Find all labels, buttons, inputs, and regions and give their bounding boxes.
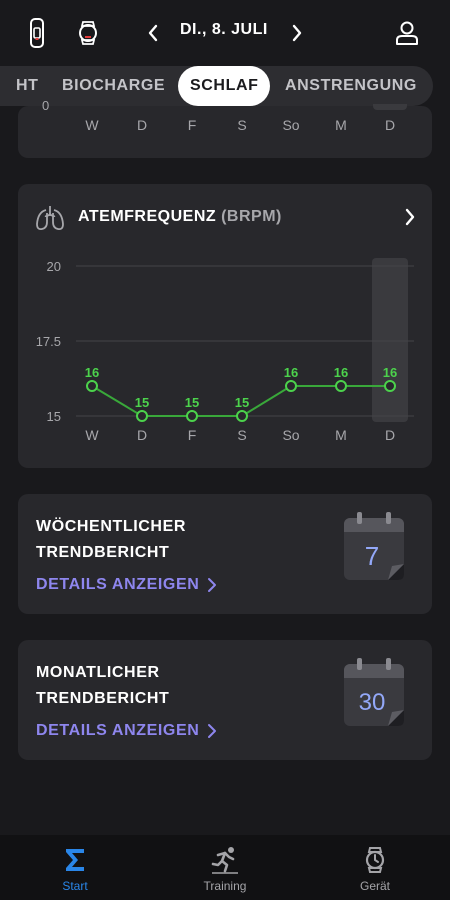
- category-tabs: HT BIOCHARGE SCHLAF ANSTRENGUNG: [0, 66, 450, 106]
- nav-geraet[interactable]: Gerät: [300, 835, 450, 900]
- monthly-trend-title: MONATLICHER TRENDBERICHT: [36, 660, 169, 712]
- data-label: 16: [383, 365, 397, 380]
- device-band-icon[interactable]: [22, 18, 52, 48]
- data-point: [236, 410, 248, 422]
- calendar-month-number: 30: [359, 689, 386, 716]
- x-tick-label: W: [85, 427, 99, 443]
- weekly-title-line2: TRENDBERICHT: [36, 544, 170, 561]
- day-label: D: [384, 117, 396, 133]
- bottom-navigation: Start Training Gerät: [0, 835, 450, 900]
- day-label: W: [85, 117, 99, 133]
- nav-training[interactable]: Training: [150, 835, 300, 900]
- weekly-trend-title: WÖCHENTLICHER TRENDBERICHT: [36, 514, 186, 566]
- calendar-month-icon: 30: [342, 658, 406, 728]
- chevron-right-icon: [292, 24, 302, 42]
- day-label: So: [282, 117, 300, 133]
- previous-day-button[interactable]: [140, 19, 166, 47]
- breathing-unit: (BRPM): [221, 208, 282, 225]
- data-point: [86, 380, 98, 392]
- profile-button[interactable]: [392, 18, 422, 48]
- x-tick-label: D: [385, 427, 395, 443]
- day-label: M: [335, 117, 347, 133]
- data-label: 16: [85, 365, 99, 380]
- weekly-title-line1: WÖCHENTLICHER: [36, 518, 187, 535]
- x-tick-label: So: [282, 427, 299, 443]
- breathing-rate-card[interactable]: ATEMFREQUENZ (BRPM) 20 17.5 15 16 15 15 15 16 16…: [18, 184, 432, 468]
- lungs-icon: [34, 204, 66, 234]
- nav-training-label: Training: [203, 879, 247, 893]
- nav-start-label: Start: [62, 879, 88, 893]
- chevron-right-icon: [208, 724, 217, 738]
- calendar-week-icon: 7: [342, 512, 406, 582]
- monthly-details-link[interactable]: DETAILS ANZEIGEN: [36, 722, 217, 740]
- data-point: [186, 410, 198, 422]
- current-date-label[interactable]: DI., 8. JULI: [180, 21, 268, 39]
- x-tick-label: F: [188, 427, 197, 443]
- day-label: S: [237, 117, 247, 133]
- nav-geraet-label: Gerät: [359, 879, 390, 893]
- breathing-title: ATEMFREQUENZ: [78, 208, 217, 225]
- highlight-column: [373, 104, 407, 110]
- data-label: 16: [334, 365, 348, 380]
- chevron-right-icon: [208, 578, 217, 592]
- x-tick-label: S: [237, 427, 246, 443]
- device-watch-icon[interactable]: [73, 18, 103, 48]
- y-tick-label: 20: [47, 259, 61, 274]
- app-screen: DI., 8. JULI HT BIOCHARGE SCHLAF ANSTREN…: [0, 0, 450, 900]
- nav-start[interactable]: Start: [0, 835, 150, 900]
- x-tick-label: M: [335, 427, 347, 443]
- user-icon: [396, 21, 418, 45]
- day-label: F: [187, 117, 197, 133]
- tab-anstrengung[interactable]: ANSTRENGUNG: [285, 66, 417, 106]
- monthly-details-label: DETAILS ANZEIGEN: [36, 722, 200, 739]
- data-point: [285, 380, 297, 392]
- runner-icon: [210, 845, 240, 875]
- weekly-details-label: DETAILS ANZEIGEN: [36, 576, 200, 593]
- tab-biocharge[interactable]: BIOCHARGE: [62, 66, 165, 106]
- data-label: 15: [235, 395, 249, 410]
- data-point: [335, 380, 347, 392]
- monthly-trend-card[interactable]: MONATLICHER TRENDBERICHT DETAILS ANZEIGE…: [18, 640, 432, 760]
- chevron-left-icon: [148, 24, 158, 42]
- card-title: ATEMFREQUENZ (BRPM): [78, 208, 282, 226]
- y-tick-label: 17.5: [36, 334, 61, 349]
- sigma-icon: [60, 845, 90, 875]
- weekly-details-link[interactable]: DETAILS ANZEIGEN: [36, 576, 217, 594]
- data-point: [136, 410, 148, 422]
- data-label: 15: [135, 395, 149, 410]
- chevron-right-icon: [405, 208, 415, 226]
- watch-icon: [360, 845, 390, 875]
- breathing-chart: 20 17.5 15 16 15 15 15 16 16 16 W D F S So M D: [36, 258, 414, 443]
- weekly-trend-card[interactable]: WÖCHENTLICHER TRENDBERICHT DETAILS ANZEI…: [18, 494, 432, 614]
- data-point: [384, 380, 396, 392]
- data-label: 15: [185, 395, 199, 410]
- top-bar: DI., 8. JULI: [0, 0, 450, 66]
- next-day-button[interactable]: [284, 19, 310, 47]
- tab-schlaf[interactable]: SCHLAF: [178, 66, 271, 106]
- previous-chart-card[interactable]: 0 W D F S So M D: [18, 98, 432, 158]
- highlight-column: [372, 258, 408, 422]
- monthly-title-line1: MONATLICHER: [36, 664, 160, 681]
- tab-partial[interactable]: HT: [16, 66, 39, 106]
- monthly-title-line2: TRENDBERICHT: [36, 690, 170, 707]
- calendar-week-number: 7: [365, 541, 379, 571]
- x-tick-label: D: [137, 427, 147, 443]
- partial-y-tick: 0: [42, 98, 50, 113]
- day-label: D: [136, 117, 148, 133]
- data-label: 16: [284, 365, 298, 380]
- open-details-button[interactable]: [404, 208, 416, 231]
- y-tick-label: 15: [47, 409, 61, 424]
